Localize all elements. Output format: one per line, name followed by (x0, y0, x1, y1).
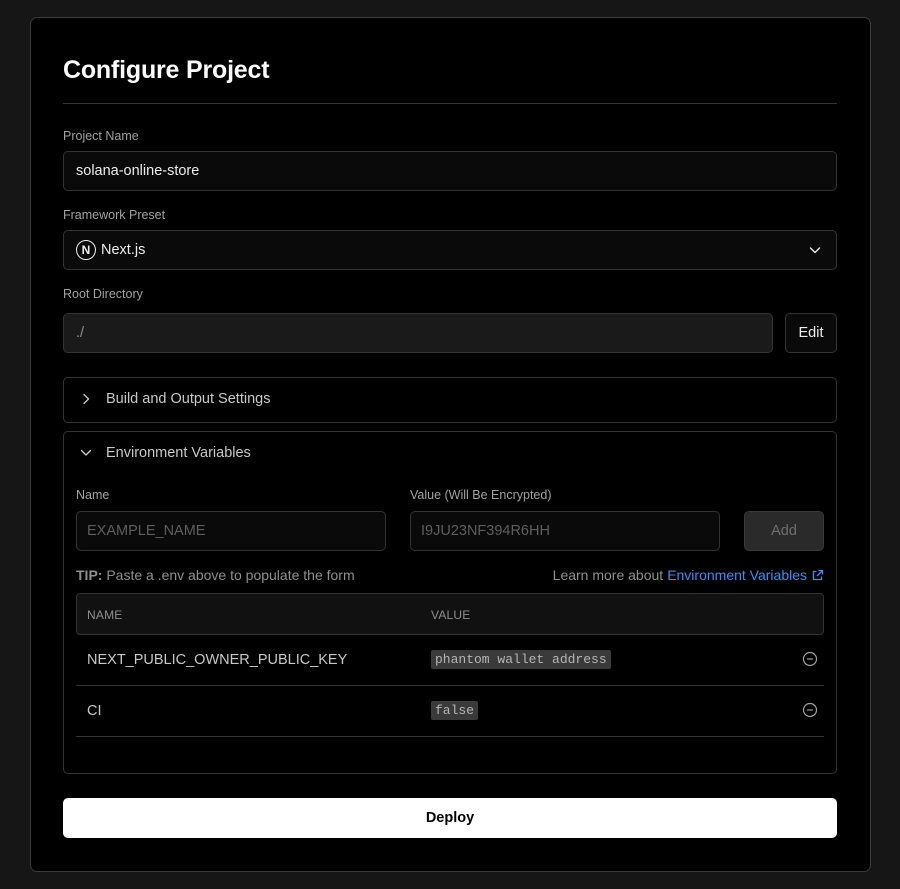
env-value-label: Value (Will Be Encrypted) (410, 488, 552, 502)
edit-root-directory-button[interactable]: Edit (785, 313, 837, 353)
env-row-value: false (431, 701, 479, 720)
project-name-label: Project Name (63, 129, 139, 143)
env-row-name: NEXT_PUBLIC_OWNER_PUBLIC_KEY (87, 652, 348, 668)
remove-circle-icon[interactable] (802, 702, 818, 718)
env-row-value: phantom wallet address (431, 650, 611, 669)
chevron-right-icon (83, 393, 90, 405)
table-row: NEXT_PUBLIC_OWNER_PUBLIC_KEY phantom wal… (76, 635, 824, 686)
framework-preset-label: Framework Preset (63, 208, 166, 222)
root-directory-input: ./ (63, 313, 773, 353)
framework-preset-select[interactable]: N Next.js (63, 230, 837, 270)
table-row: CI false (76, 686, 824, 737)
title-divider (63, 103, 837, 104)
env-name-label: Name (76, 488, 110, 502)
build-output-settings-header[interactable]: Build and Output Settings (80, 391, 270, 407)
learn-more-prefix: Learn more about (552, 567, 664, 583)
env-name-input[interactable]: EXAMPLE_NAME (76, 511, 386, 551)
env-name-placeholder: EXAMPLE_NAME (87, 523, 206, 539)
nextjs-logo-icon: N (76, 240, 96, 260)
environment-variables-section: Environment Variables Name Value (Will B… (63, 431, 837, 774)
framework-preset-value: Next.js (101, 242, 146, 258)
col-name-header: NAME (87, 608, 123, 622)
env-table-header: NAME VALUE (76, 593, 824, 635)
tip-text: Paste a .env above to populate the form (106, 567, 355, 583)
root-directory-label: Root Directory (63, 287, 143, 301)
configure-project-card: Configure Project Project Name solana-on… (30, 17, 871, 872)
root-directory-value: ./ (76, 325, 85, 341)
col-value-header: VALUE (431, 608, 471, 622)
project-name-value: solana-online-store (76, 163, 200, 179)
learn-more: Learn more about Environment Variables (553, 567, 824, 583)
environment-variables-link[interactable]: Environment Variables (667, 567, 807, 583)
deploy-button[interactable]: Deploy (63, 798, 837, 838)
env-row-name: CI (87, 703, 102, 719)
build-output-settings-section[interactable]: Build and Output Settings (63, 377, 837, 423)
remove-circle-icon[interactable] (802, 651, 818, 667)
env-tip: TIP: Paste a .env above to populate the … (76, 567, 355, 583)
env-value-placeholder: I9JU23NF394R6HH (421, 523, 550, 539)
env-value-input[interactable]: I9JU23NF394R6HH (410, 511, 720, 551)
build-output-settings-label: Build and Output Settings (106, 391, 271, 407)
environment-variables-label: Environment Variables (106, 445, 251, 461)
chevron-down-icon (809, 247, 821, 254)
environment-variables-header[interactable]: Environment Variables (80, 445, 251, 461)
chevron-down-icon (80, 449, 92, 456)
add-env-button[interactable]: Add (744, 511, 824, 551)
project-name-input[interactable]: solana-online-store (63, 151, 837, 191)
tip-prefix: TIP: (76, 567, 103, 583)
external-link-icon[interactable] (811, 569, 824, 582)
page-title: Configure Project (63, 56, 270, 84)
